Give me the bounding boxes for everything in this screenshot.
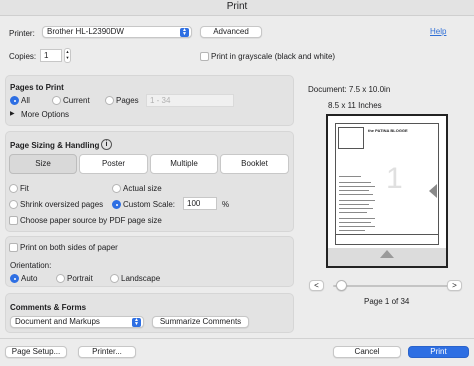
chevron-updown-icon: ▲ ▼: [132, 318, 141, 327]
tab-size[interactable]: Size: [9, 154, 77, 174]
printer-select-value: Brother HL-L2390DW: [47, 27, 124, 36]
custom-scale-radio[interactable]: [112, 200, 121, 209]
page-setup-button[interactable]: Page Setup...: [5, 346, 67, 358]
orientation-auto-radio[interactable]: [10, 274, 19, 283]
preview-text-line: [339, 176, 361, 177]
window-titlebar: Print: [0, 0, 474, 16]
page-slider-thumb[interactable]: [336, 280, 347, 291]
shrink-radio[interactable]: [9, 200, 18, 209]
document-size-label: Document: 7.5 x 10.0in: [308, 85, 391, 94]
tab-poster[interactable]: Poster: [79, 154, 148, 174]
help-link[interactable]: Help: [430, 26, 446, 37]
preview-text-line: [339, 186, 375, 187]
pages-all-label: All: [21, 96, 30, 105]
copies-input[interactable]: 1: [40, 49, 62, 62]
stepper-down-icon: ▼: [65, 55, 70, 60]
preview-page-number: 1: [386, 162, 403, 195]
printer-label: Printer:: [9, 29, 35, 38]
custom-scale-input[interactable]: 100: [183, 197, 217, 210]
orientation-title: Orientation:: [10, 261, 52, 270]
printer-dialog-button[interactable]: Printer...: [78, 346, 136, 358]
cancel-button[interactable]: Cancel: [333, 346, 401, 358]
pages-all-radio[interactable]: [10, 96, 19, 105]
preview-text-line: [339, 212, 367, 213]
prev-page-button[interactable]: <: [309, 280, 324, 291]
next-page-button[interactable]: >: [447, 280, 462, 291]
pages-current-radio[interactable]: [52, 96, 61, 105]
printer-select[interactable]: Brother HL-L2390DW ▲ ▼: [42, 26, 192, 38]
preview-divider: [336, 234, 438, 235]
preview-text-line: [339, 218, 375, 219]
tab-booklet[interactable]: Booklet: [220, 154, 289, 174]
copies-stepper[interactable]: ▲ ▼: [64, 48, 71, 63]
preview-text-line: [339, 230, 365, 231]
orientation-landscape-radio[interactable]: [110, 274, 119, 283]
print-button[interactable]: Print: [408, 346, 469, 358]
grayscale-checkbox[interactable]: [200, 52, 209, 61]
window-title: Print: [226, 1, 248, 12]
percent-label: %: [222, 200, 230, 209]
shrink-label: Shrink oversized pages: [20, 200, 104, 209]
page-indicator: Page 1 of 34: [364, 297, 410, 306]
orientation-portrait-radio[interactable]: [56, 274, 65, 283]
duplex-checkbox[interactable]: [9, 243, 18, 252]
comments-title: Comments & Forms: [10, 303, 87, 312]
comments-select[interactable]: Document and Markups ▲ ▼: [10, 316, 144, 328]
preview-text-line: [339, 182, 371, 183]
fit-label: Fit: [20, 184, 29, 193]
duplex-label: Print on both sides of paper: [20, 243, 118, 252]
orientation-portrait-label: Portrait: [67, 274, 93, 283]
custom-scale-label: Custom Scale:: [123, 200, 176, 209]
preview-up-arrow-icon: [380, 250, 394, 258]
preview-text-line: [339, 190, 369, 191]
preview-page-content: the PATINA BLOGGE 1: [335, 123, 439, 245]
tab-multiple[interactable]: Multiple: [150, 154, 218, 174]
info-icon[interactable]: i: [101, 139, 112, 150]
pages-range-label: Pages: [116, 96, 139, 105]
preview-text-line: [339, 204, 369, 205]
pages-to-print-title: Pages to Print: [10, 83, 64, 92]
preview-label-box: [338, 127, 364, 149]
summarize-comments-button[interactable]: Summarize Comments: [152, 316, 249, 328]
orientation-auto-label: Auto: [21, 274, 38, 283]
more-options-label[interactable]: More Options: [21, 109, 69, 120]
orientation-landscape-label: Landscape: [121, 274, 161, 283]
page-preview: the PATINA BLOGGE 1: [326, 114, 448, 268]
chevron-updown-icon: ▲ ▼: [180, 28, 189, 37]
stepper-up-icon: ▲: [65, 49, 70, 54]
actual-size-radio[interactable]: [112, 184, 121, 193]
preview-arrow-icon: [429, 184, 437, 198]
preview-header-text: the PATINA BLOGGE: [368, 128, 408, 133]
paper-source-label: Choose paper source by PDF page size: [20, 216, 162, 225]
pages-current-label: Current: [63, 96, 90, 105]
preview-text-line: [339, 222, 371, 223]
pages-range-input[interactable]: 1 - 34: [146, 94, 234, 107]
advanced-button[interactable]: Advanced: [200, 26, 262, 38]
pages-range-radio[interactable]: [105, 96, 114, 105]
page-slider-track[interactable]: [333, 285, 451, 287]
preview-text-line: [339, 200, 375, 201]
sizing-title: Page Sizing & Handling: [10, 141, 100, 150]
comments-select-value: Document and Markups: [15, 317, 100, 326]
paper-size-label: 8.5 x 11 Inches: [328, 101, 382, 110]
preview-text-line: [339, 226, 375, 227]
copies-label: Copies:: [9, 52, 37, 61]
actual-size-label: Actual size: [123, 184, 162, 193]
footer-divider: [0, 338, 474, 339]
fit-radio[interactable]: [9, 184, 18, 193]
preview-text-line: [339, 194, 373, 195]
grayscale-label: Print in grayscale (black and white): [211, 52, 336, 61]
preview-text-line: [339, 208, 373, 209]
paper-source-checkbox[interactable]: [9, 216, 18, 225]
disclosure-triangle-icon[interactable]: ▶: [10, 109, 15, 120]
